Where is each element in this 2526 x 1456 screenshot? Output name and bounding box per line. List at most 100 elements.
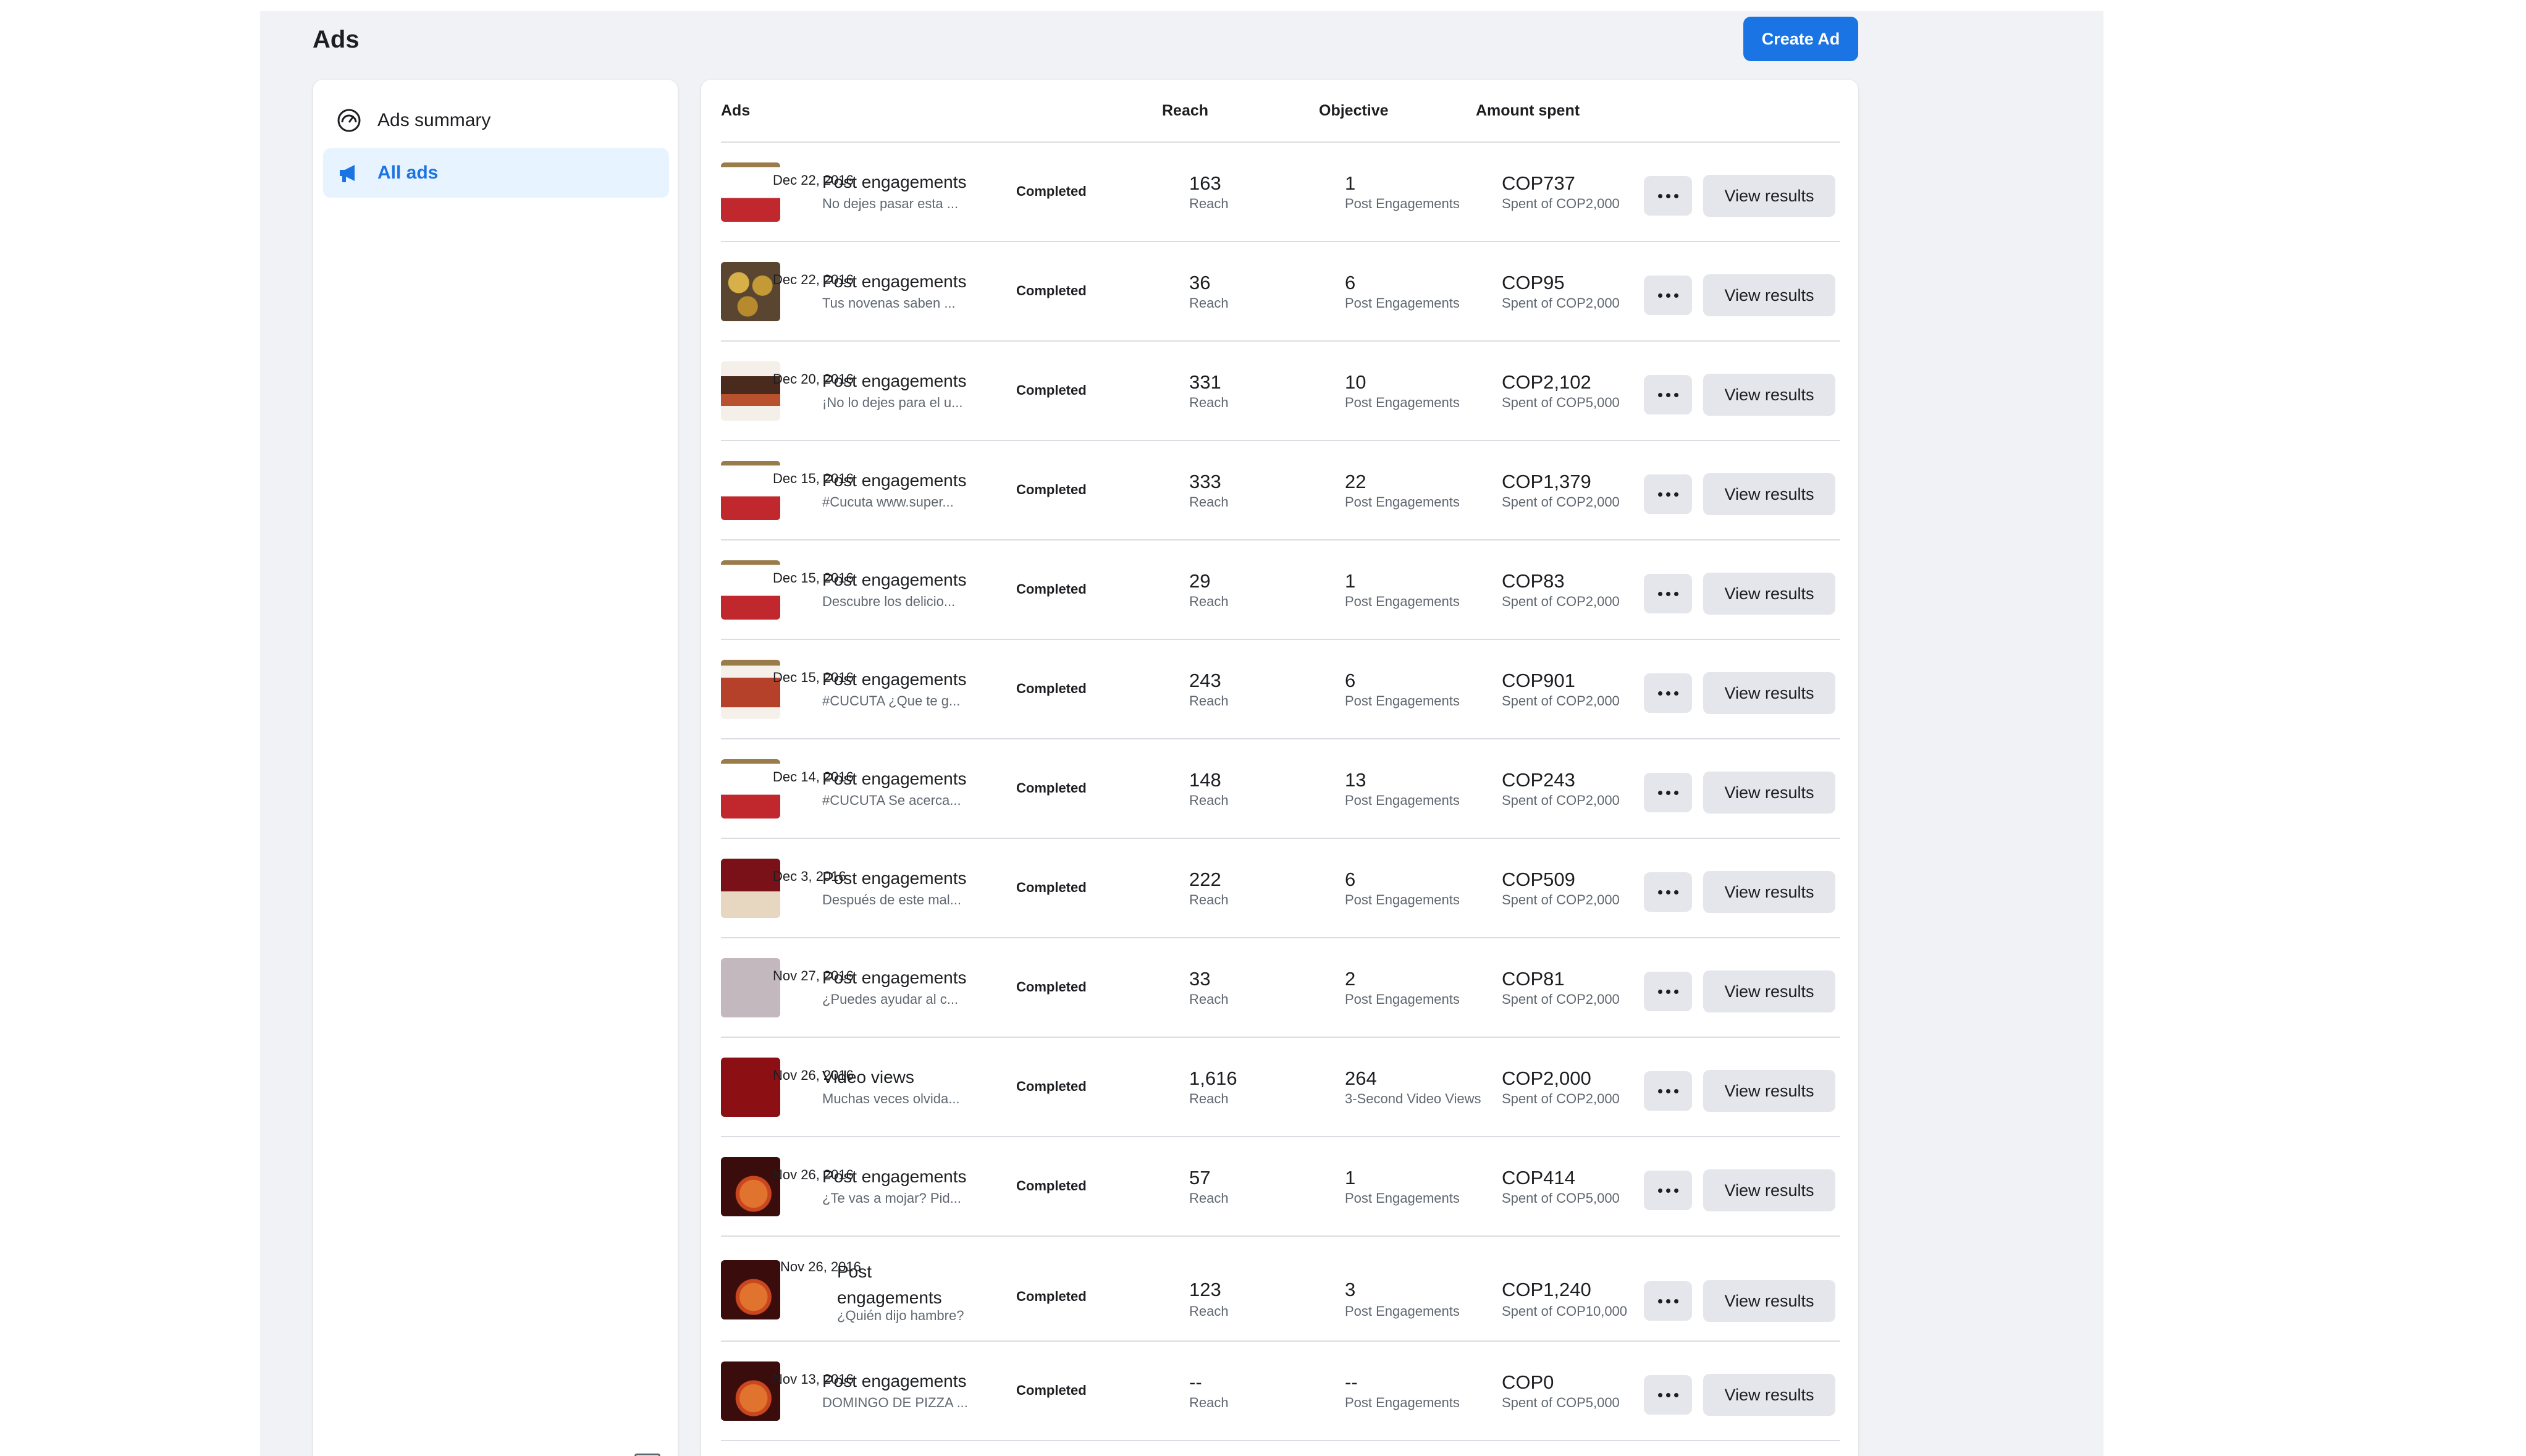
status-badge: Completed xyxy=(1016,1178,1087,1193)
view-results-button[interactable]: View results xyxy=(1703,772,1835,814)
more-options-button[interactable] xyxy=(1644,773,1692,812)
budget-label: Spent of COP2,000 xyxy=(1502,991,1620,1007)
reach-label: Reach xyxy=(1189,196,1229,211)
collapse-sidebar-icon[interactable] xyxy=(634,1454,660,1456)
view-results-button[interactable]: View results xyxy=(1703,274,1835,316)
reach-label: Reach xyxy=(1189,594,1229,609)
ad-title[interactable]: Video views xyxy=(822,1067,914,1087)
objective-label: Post Engagements xyxy=(1345,793,1460,808)
view-results-button[interactable]: View results xyxy=(1703,374,1835,416)
view-results-button[interactable]: View results xyxy=(1703,573,1835,615)
more-dots-icon xyxy=(1657,790,1662,795)
view-results-button[interactable]: View results xyxy=(1703,175,1835,217)
more-options-button[interactable] xyxy=(1644,1171,1692,1210)
ad-title[interactable]: Post engagements xyxy=(822,570,967,590)
table-row[interactable]: Dec 20, 2016 Post engagements ¡No lo dejes… xyxy=(721,342,1840,441)
ad-thumbnail xyxy=(721,361,780,421)
ad-title[interactable]: Post engagements xyxy=(822,471,967,490)
more-options-button[interactable] xyxy=(1644,1071,1692,1111)
ad-thumbnail xyxy=(721,262,780,321)
column-header-ads: Ads xyxy=(721,102,751,119)
more-dots-icon xyxy=(1657,293,1662,298)
view-results-button[interactable]: View results xyxy=(1703,473,1835,515)
ad-thumbnail xyxy=(721,461,780,520)
reach-label: Reach xyxy=(1189,1190,1229,1206)
more-dots-icon xyxy=(1673,691,1678,696)
view-results-button[interactable]: View results xyxy=(1703,672,1835,714)
more-dots-icon xyxy=(1665,989,1670,994)
reach-label: Reach xyxy=(1189,793,1229,808)
table-row[interactable]: Dec 15, 2016 Post engagements #Cucuta www.… xyxy=(721,441,1840,541)
view-results-button[interactable]: View results xyxy=(1703,1169,1835,1211)
table-row[interactable]: Nov 27, 2016 Post engagements ¿Puedes ayud… xyxy=(721,938,1840,1038)
more-dots-icon xyxy=(1665,193,1670,198)
ad-text: ¿Quién dijo hambre? xyxy=(837,1308,964,1323)
table-row[interactable]: Dec 15, 2016 Post engagements Descubre los… xyxy=(721,541,1840,640)
more-dots-icon xyxy=(1665,1188,1670,1193)
more-options-button[interactable] xyxy=(1644,276,1692,315)
table-row[interactable]: Dec 14, 2016 Post engagements #CUCUTA Se a… xyxy=(721,739,1840,839)
sidebar-item-ads-summary[interactable]: Ads summary xyxy=(323,96,669,145)
sidebar-item-all-ads[interactable]: All ads xyxy=(323,148,669,198)
more-options-button[interactable] xyxy=(1644,872,1692,912)
ad-thumbnail xyxy=(721,1058,780,1117)
table-row[interactable]: Dec 3, 2016 Post engagements Después de es… xyxy=(721,839,1840,938)
column-header-amount-spent: Amount spent xyxy=(1476,102,1580,119)
more-options-button[interactable] xyxy=(1644,1281,1692,1321)
table-row[interactable]: Nov 26, 2016 Post engagements ¿Quién dijo … xyxy=(721,1237,1840,1342)
ad-title[interactable]: Post engagements xyxy=(822,172,967,192)
more-dots-icon xyxy=(1665,691,1670,696)
view-results-button[interactable]: View results xyxy=(1703,1374,1835,1416)
ad-title[interactable]: Post engagements xyxy=(822,968,967,988)
objective-label: Post Engagements xyxy=(1345,1395,1460,1410)
table-row[interactable]: Dec 22, 2016 Post engagements Tus novenas … xyxy=(721,242,1840,342)
more-dots-icon xyxy=(1665,1088,1670,1093)
more-options-button[interactable] xyxy=(1644,574,1692,613)
more-options-button[interactable] xyxy=(1644,1375,1692,1415)
ad-title[interactable]: Post engagements xyxy=(822,1371,967,1391)
ad-title[interactable]: Post engagements xyxy=(822,769,967,789)
view-results-button[interactable]: View results xyxy=(1703,871,1835,913)
more-dots-icon xyxy=(1673,890,1678,894)
more-options-button[interactable] xyxy=(1644,972,1692,1011)
reach-value: 36 xyxy=(1189,272,1211,293)
table-row[interactable]: Dec 15, 2016 Post engagements #CUCUTA ¿Que… xyxy=(721,640,1840,739)
more-dots-icon xyxy=(1657,1088,1662,1093)
status-badge: Completed xyxy=(1016,681,1087,696)
budget-label: Spent of COP2,000 xyxy=(1502,196,1620,211)
amount-spent-value: COP81 xyxy=(1502,968,1565,990)
more-options-button[interactable] xyxy=(1644,474,1692,514)
budget-label: Spent of COP2,000 xyxy=(1502,295,1620,311)
sidebar-item-label: All ads xyxy=(377,162,439,183)
create-ad-button[interactable]: Create Ad xyxy=(1743,17,1858,61)
ad-title[interactable]: Post engagements xyxy=(822,1167,967,1187)
reach-label: Reach xyxy=(1189,1303,1229,1319)
table-row[interactable]: Nov 26, 2016 Post engagements ¿Te vas a mo… xyxy=(721,1137,1840,1237)
ads-manager-app: Ads Create Ad Ads summary All ads Ads Re… xyxy=(260,11,2103,1456)
budget-label: Spent of COP2,000 xyxy=(1502,892,1620,907)
objective-label: Post Engagements xyxy=(1345,1303,1460,1319)
sidebar-item-label: Ads summary xyxy=(377,110,491,130)
view-results-button[interactable]: View results xyxy=(1703,1280,1835,1322)
objective-label: Post Engagements xyxy=(1345,395,1460,410)
view-results-button[interactable]: View results xyxy=(1703,1070,1835,1112)
more-options-button[interactable] xyxy=(1644,673,1692,713)
ad-title[interactable]: Post engagements xyxy=(822,670,967,689)
ad-title[interactable]: Post engagements xyxy=(822,371,967,391)
reach-label: Reach xyxy=(1189,991,1229,1007)
ad-title[interactable]: Post engagements xyxy=(837,1259,942,1311)
objective-value: -- xyxy=(1345,1371,1358,1393)
reach-value: 163 xyxy=(1189,172,1221,194)
ad-thumbnail xyxy=(721,759,780,818)
more-dots-icon xyxy=(1657,691,1662,696)
table-row[interactable]: Nov 26, 2016 Video views Muchas veces olvi… xyxy=(721,1038,1840,1137)
table-row[interactable]: Dec 22, 2016 Post engagements No dejes pas… xyxy=(721,143,1840,242)
more-options-button[interactable] xyxy=(1644,176,1692,216)
status-badge: Completed xyxy=(1016,283,1087,298)
more-options-button[interactable] xyxy=(1644,375,1692,414)
more-dots-icon xyxy=(1665,1392,1670,1397)
ad-title[interactable]: Post engagements xyxy=(822,869,967,888)
table-row[interactable]: Nov 13, 2016 Post engagements DOMINGO DE P… xyxy=(721,1342,1840,1441)
view-results-button[interactable]: View results xyxy=(1703,970,1835,1012)
ad-title[interactable]: Post engagements xyxy=(822,272,967,292)
